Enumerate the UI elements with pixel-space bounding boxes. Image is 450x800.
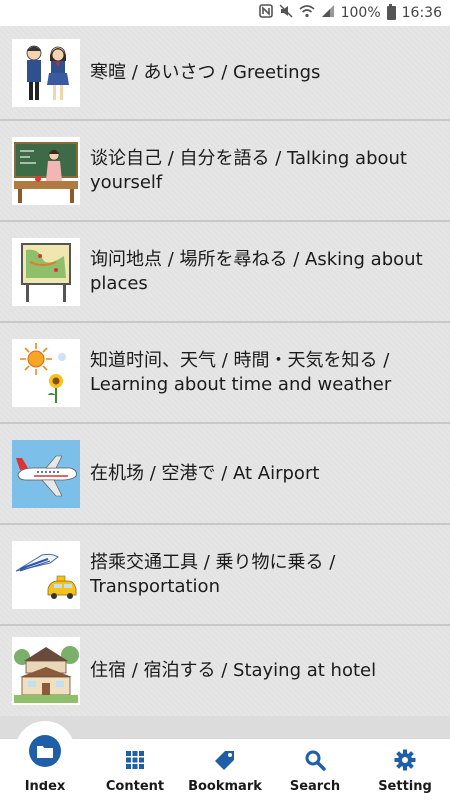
- tag-icon: [215, 751, 234, 770]
- lesson-title: 寒暄 / あいさつ / Greetings: [90, 61, 321, 83]
- nav-label-search: Search: [289, 779, 341, 794]
- lesson-title: 知道时间、天气 / 時間・天気を知る / Learning about time…: [90, 349, 392, 395]
- mute-icon: [279, 4, 293, 22]
- nfc-icon: [258, 4, 273, 22]
- battery-icon: [386, 4, 396, 20]
- airplane-illustration: [12, 439, 80, 508]
- lesson-item[interactable]: 在机场 / 空港で / At Airport: [0, 424, 450, 525]
- lesson-title: 在机场 / 空港で / At Airport: [90, 462, 320, 484]
- lesson-list[interactable]: 寒暄 / あいさつ / Greetings 谈论自己 / 自分を語る / Tal…: [0, 26, 450, 738]
- wifi-icon: [299, 4, 315, 22]
- teacher-illustration: [12, 136, 80, 205]
- nav-bookmark[interactable]: Bookmark: [180, 739, 270, 800]
- lesson-title: 住宿 / 宿泊する / Staying at hotel: [90, 660, 377, 681]
- train-taxi-illustration: [12, 540, 80, 609]
- hotel-illustration: [12, 637, 80, 705]
- nav-label-bookmark: Bookmark: [188, 779, 262, 794]
- nav-index[interactable]: Index: [0, 721, 90, 800]
- bottom-nav: Index Content Bookmark Search Setting: [0, 721, 450, 800]
- lesson-item[interactable]: 寒暄 / あいさつ / Greetings: [0, 26, 450, 121]
- lesson-item[interactable]: 谈论自己 / 自分を語る / Talking about yourself: [0, 121, 450, 222]
- lesson-item[interactable]: 知道时间、天气 / 時間・天気を知る / Learning about time…: [0, 323, 450, 424]
- map-board-illustration: [12, 237, 80, 306]
- nav-setting[interactable]: Setting: [360, 739, 450, 800]
- lesson-item[interactable]: 住宿 / 宿泊する / Staying at hotel: [0, 626, 450, 716]
- lesson-item[interactable]: 询问地点 / 場所を尋ねる / Asking about places: [0, 222, 450, 323]
- signal-icon: [321, 4, 335, 22]
- lesson-title: 谈论自己 / 自分を語る / Talking about yourself: [90, 147, 407, 193]
- battery-text: 100%: [340, 5, 381, 21]
- lesson-title: 搭乘交通工具 / 乗り物に乗る / Transportation: [90, 551, 336, 597]
- grid-icon: [126, 751, 144, 769]
- status-bar: 100% 16:36: [0, 0, 450, 26]
- search-icon: [305, 750, 326, 771]
- nav-label-index: Index: [24, 779, 66, 794]
- nav-label-content: Content: [105, 779, 165, 794]
- lesson-title: 询问地点 / 場所を尋ねる / Asking about places: [90, 248, 423, 294]
- nav-search[interactable]: Search: [270, 739, 360, 800]
- nav-content[interactable]: Content: [90, 739, 180, 800]
- index-icon: [37, 746, 53, 758]
- sun-flower-illustration: [12, 338, 80, 407]
- gear-icon: [394, 749, 416, 771]
- clock: 16:36: [401, 5, 442, 21]
- nav-label-setting: Setting: [378, 779, 432, 794]
- index-bubble: [15, 721, 75, 781]
- students-illustration: [12, 38, 80, 107]
- lesson-item[interactable]: 搭乘交通工具 / 乗り物に乗る / Transportation: [0, 525, 450, 626]
